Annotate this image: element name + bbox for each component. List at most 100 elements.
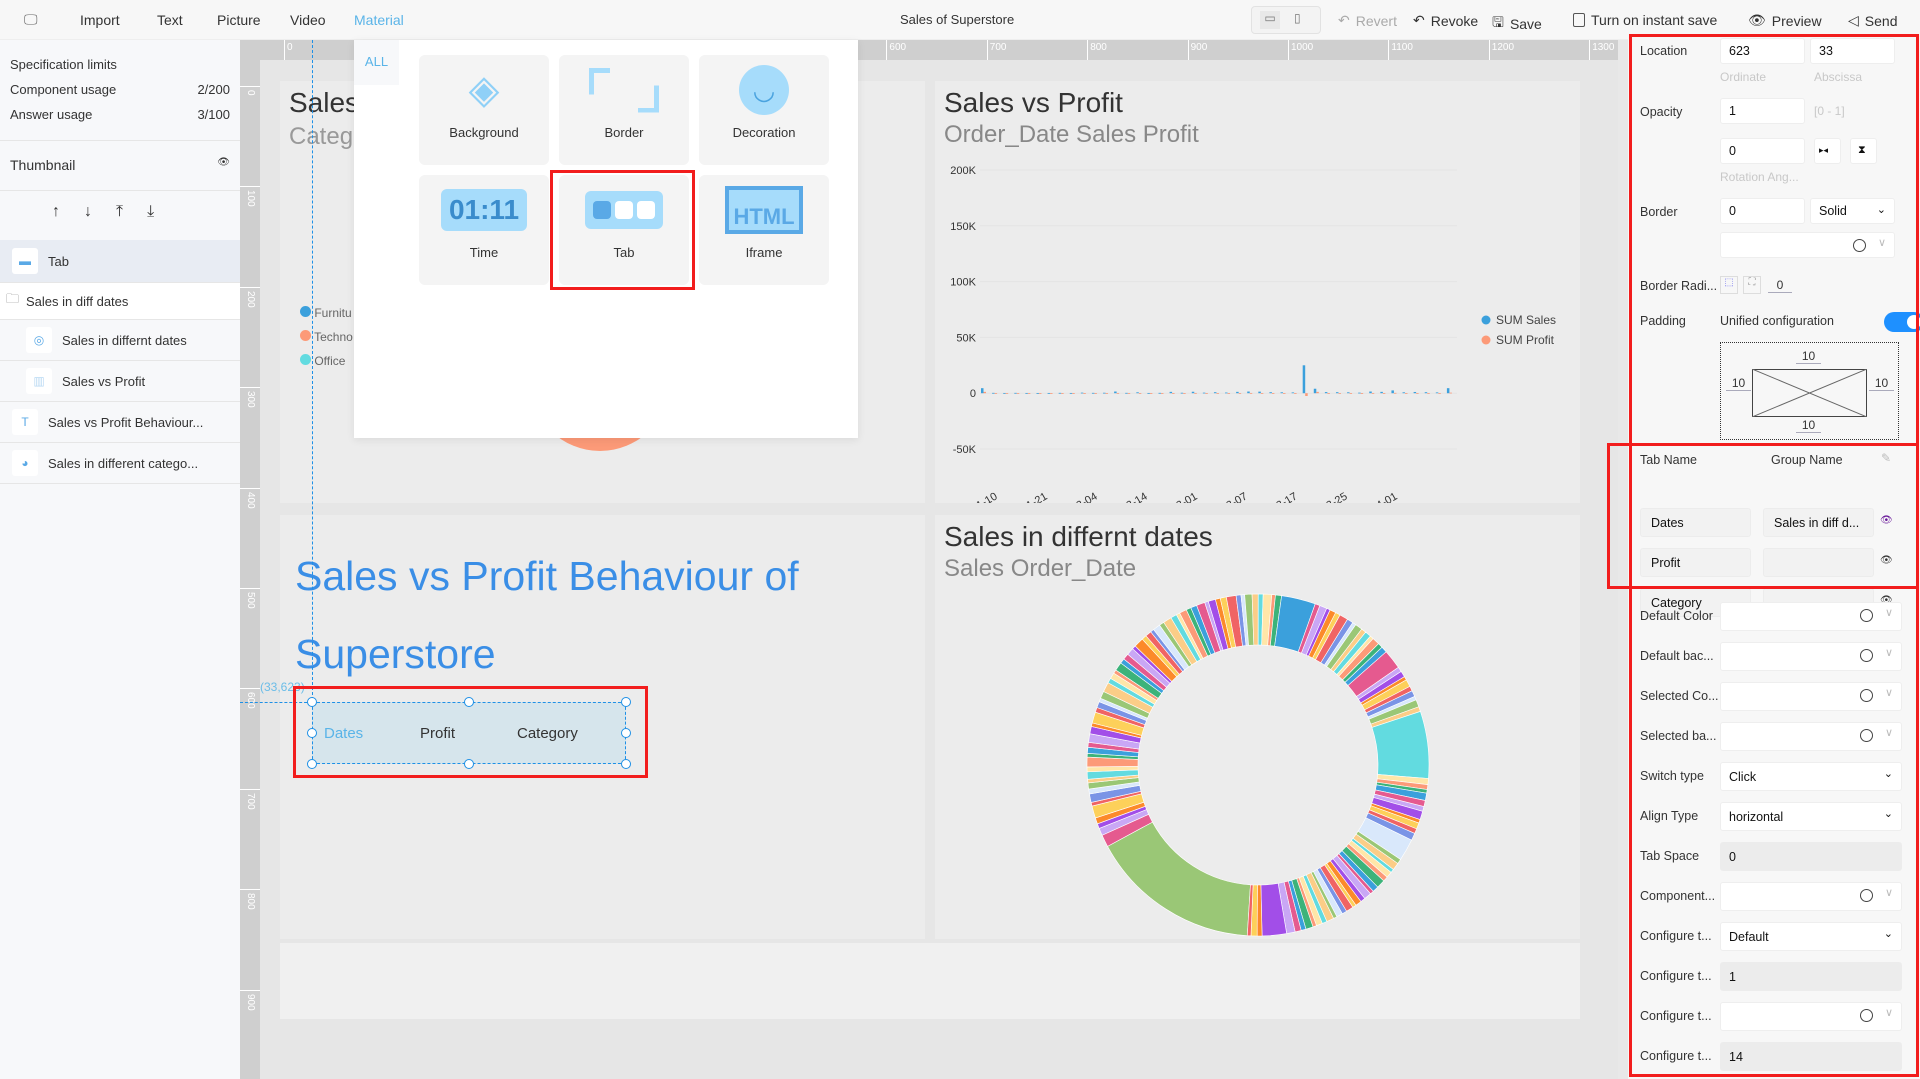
resize-handle[interactable] — [464, 697, 474, 707]
bar-sales — [1291, 392, 1295, 394]
donut-slice[interactable] — [1256, 884, 1263, 937]
radius-corners-icon[interactable]: ⛶ — [1743, 276, 1761, 294]
property-input[interactable]: ∨ — [1720, 602, 1902, 631]
x-tick-label: 2014-03-01 — [1145, 491, 1200, 503]
material-decoration[interactable]: ◡ Decoration — [699, 55, 829, 165]
instant-save-label: Turn on instant save — [1591, 12, 1718, 28]
presentation-icon[interactable]: 🖵 — [24, 11, 38, 28]
menu-text[interactable]: Text — [157, 12, 183, 28]
property-input[interactable]: ∨ — [1720, 722, 1902, 751]
flip-horizontal-icon[interactable]: ▸◂ — [1814, 138, 1841, 164]
property-input[interactable]: Click ⌄ — [1720, 762, 1902, 791]
legend-item[interactable]: Techno — [300, 325, 353, 349]
group-name-input[interactable]: Sales in diff d... — [1763, 508, 1874, 537]
menu-import[interactable]: Import — [80, 12, 120, 28]
chevron-down-icon: ⌄ — [1883, 928, 1893, 940]
padding-top-input[interactable]: 10 — [1796, 349, 1821, 364]
menu-video[interactable]: Video — [290, 12, 326, 28]
flip-vertical-icon[interactable]: ⧗ — [1850, 138, 1877, 164]
unified-config-toggle[interactable] — [1884, 312, 1920, 332]
material-tab[interactable]: Tab — [559, 175, 689, 285]
tab-name-input[interactable]: Profit — [1640, 548, 1751, 577]
menu-picture[interactable]: Picture — [217, 12, 261, 28]
property-input[interactable]: 14 — [1720, 1042, 1902, 1071]
eye-icon[interactable]: 👁 — [217, 157, 230, 173]
revoke-button[interactable]: ↶ Revoke — [1413, 12, 1478, 29]
resize-handle[interactable] — [621, 728, 631, 738]
chevron-down-icon: ⌄ — [1883, 768, 1893, 780]
property-input[interactable]: ∨ — [1720, 642, 1902, 671]
resize-handle[interactable] — [307, 728, 317, 738]
layer-group-sales-in-diff-dates[interactable]: 🗀 Sales in diff dates — [0, 283, 240, 320]
resize-handle[interactable] — [621, 697, 631, 707]
property-input[interactable]: ∨ — [1720, 682, 1902, 711]
location-y-input[interactable]: 33 — [1810, 38, 1895, 64]
preview-button[interactable]: 👁 Preview — [1748, 12, 1822, 29]
save-button[interactable]: 🖫 Save — [1492, 12, 1542, 36]
send-button[interactable]: ◁ Send — [1848, 12, 1897, 29]
property-input[interactable]: 0 — [1720, 842, 1902, 871]
edit-icon[interactable]: ✎ — [1881, 451, 1891, 465]
rotation-input[interactable]: 0 — [1720, 138, 1805, 164]
property-input[interactable]: 1 — [1720, 962, 1902, 991]
layer-item-pie[interactable]: ◕ Sales in different catego... — [0, 443, 240, 484]
bar-profit — [1016, 393, 1020, 394]
bar-sales — [1125, 392, 1128, 394]
resize-handle[interactable] — [307, 759, 317, 769]
material-background[interactable]: ◈ Background — [419, 55, 549, 165]
property-input[interactable]: Default ⌄ — [1720, 922, 1902, 951]
property-input[interactable]: ∨ — [1720, 882, 1902, 911]
border-style-select[interactable]: Solid ⌄ — [1810, 198, 1895, 224]
layer-item-donut[interactable]: ◎ Sales in differnt dates — [0, 320, 240, 361]
tab-dates[interactable]: Dates — [324, 725, 363, 742]
layer-label: Sales in differnt dates — [62, 332, 187, 348]
border-width-input[interactable]: 0 — [1720, 198, 1805, 224]
legend-item[interactable]: Furnitu — [300, 301, 353, 325]
instant-save-checkbox[interactable]: Turn on instant save — [1573, 12, 1717, 28]
desktop-icon[interactable]: ▭ — [1260, 11, 1280, 29]
layer-item-text[interactable]: T Sales vs Profit Behaviour... — [0, 402, 240, 443]
tab-category[interactable]: Category — [517, 725, 578, 742]
material-time[interactable]: 01:11 Time — [419, 175, 549, 285]
property-input[interactable]: horizontal ⌄ — [1720, 802, 1902, 831]
x-tick-label: 2014-04-01 — [1345, 491, 1400, 503]
card-sales-vs-profit[interactable]: Sales vs Profit Order_Date Sales Profit … — [935, 81, 1580, 503]
tab-name-input[interactable]: Dates — [1640, 508, 1751, 537]
vertical-ruler[interactable]: 0 100 200 300 400 500 600 700 800 900 — [240, 40, 260, 1079]
padding-left-input[interactable]: 10 — [1726, 376, 1751, 391]
material-iframe[interactable]: HTML Iframe — [699, 175, 829, 285]
eye-icon[interactable]: 👁 — [1880, 555, 1893, 566]
layer-item-bar-chart[interactable]: ▥ Sales vs Profit — [0, 361, 240, 402]
menu-material[interactable]: Material — [354, 12, 404, 28]
resize-handle[interactable] — [307, 697, 317, 707]
move-down-icon[interactable]: ↓ — [84, 203, 92, 221]
padding-bottom-input[interactable]: 10 — [1796, 418, 1821, 433]
border-color-picker[interactable]: ∨ — [1720, 232, 1895, 258]
layer-item-tab[interactable]: ▬ Tab — [0, 240, 240, 283]
move-bottom-icon[interactable]: ⤓ — [147, 203, 154, 221]
bar-profit — [1327, 393, 1330, 394]
mobile-icon[interactable]: ▯ — [1294, 11, 1301, 25]
legend-item[interactable]: Office — [300, 349, 353, 373]
move-up-icon[interactable]: ↑ — [52, 203, 60, 221]
opacity-input[interactable]: 1 — [1720, 98, 1805, 124]
card-sales-dates[interactable]: Sales in differnt dates Sales Order_Date — [935, 515, 1580, 939]
tab-component[interactable]: Dates Profit Category — [312, 702, 626, 764]
eye-icon[interactable]: 👁 — [1880, 515, 1893, 526]
resize-handle[interactable] — [464, 759, 474, 769]
group-name-input[interactable] — [1763, 548, 1874, 577]
resize-handle[interactable] — [621, 759, 631, 769]
donut-slice[interactable] — [1107, 821, 1251, 936]
padding-right-input[interactable]: 10 — [1869, 376, 1894, 391]
property-input[interactable]: ∨ — [1720, 1002, 1902, 1031]
material-tab-all[interactable]: ALL — [354, 40, 399, 85]
location-x-input[interactable]: 623 — [1720, 38, 1805, 64]
radius-input[interactable]: 0 — [1768, 278, 1792, 293]
move-top-icon[interactable]: ⤒ — [116, 203, 123, 221]
radius-uniform-icon[interactable]: ⬚ — [1720, 276, 1738, 294]
tab-profit[interactable]: Profit — [420, 725, 455, 742]
legend-marker — [1481, 315, 1491, 325]
material-border[interactable]: Border — [559, 55, 689, 165]
bar-sales — [1335, 392, 1339, 394]
revert-button[interactable]: ↶ Revert — [1338, 12, 1397, 29]
